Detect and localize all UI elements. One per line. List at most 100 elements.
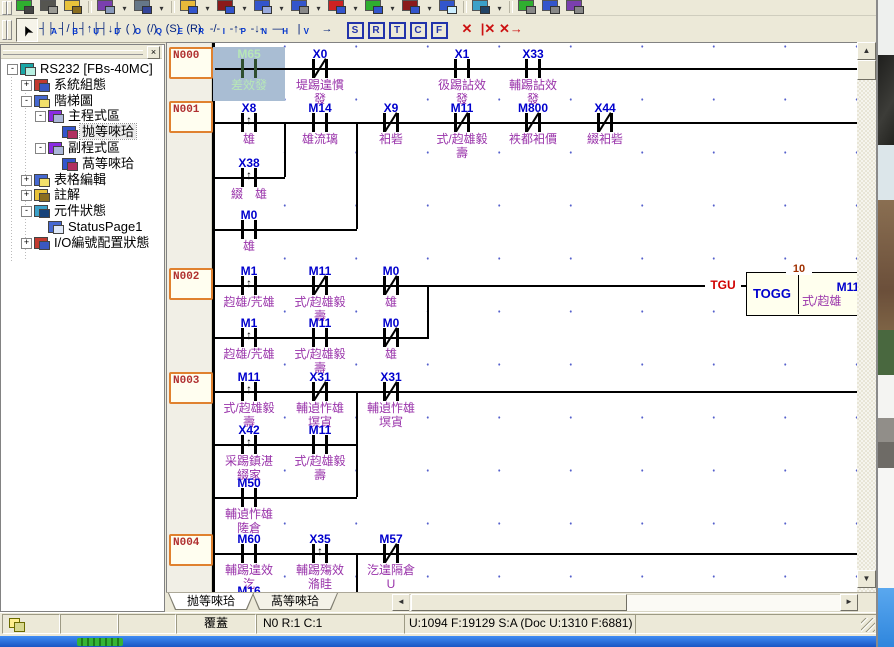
close-icon[interactable]: × bbox=[147, 46, 160, 59]
scroll-up-button[interactable]: ▲ bbox=[857, 42, 876, 60]
coil-reset-tool[interactable]: (R)R bbox=[184, 19, 204, 41]
coil-set-tool[interactable]: (S)E bbox=[163, 19, 183, 41]
tree-item-comment[interactable]: +註解 bbox=[1, 187, 162, 203]
contact-X8[interactable]: X8↑雄 bbox=[209, 100, 289, 160]
vline-tool[interactable]: |V bbox=[289, 19, 309, 41]
tree-expander[interactable]: - bbox=[21, 206, 32, 217]
dropdown-arrow-icon[interactable]: ▾ bbox=[424, 4, 435, 14]
hline-tool[interactable]: —H bbox=[268, 19, 288, 41]
ladder-help-icon[interactable] bbox=[540, 0, 560, 13]
delete-tool[interactable]: ✕ bbox=[457, 19, 477, 41]
contact-M0[interactable]: M0雄 bbox=[351, 315, 431, 375]
hscroll-right-button[interactable]: ► bbox=[840, 594, 858, 611]
coil-o-tool[interactable]: ( )O bbox=[121, 19, 141, 41]
book-icon[interactable] bbox=[62, 0, 82, 13]
status-list-icon[interactable] bbox=[516, 0, 536, 13]
timer-block-tool[interactable]: T bbox=[387, 19, 407, 41]
tab-sub-program[interactable]: 萵等唻珨 bbox=[252, 593, 338, 610]
monitor-icon[interactable] bbox=[252, 0, 272, 13]
list-icon[interactable] bbox=[363, 0, 383, 13]
ladder-grid-icon[interactable] bbox=[132, 0, 152, 13]
tree-item-mainprog[interactable]: -主程式區 bbox=[1, 108, 162, 124]
dropdown-arrow-icon[interactable]: ▾ bbox=[387, 4, 398, 14]
contact-M11[interactable]: M11式/赹雄毅壽 bbox=[280, 315, 360, 375]
contact-b-tool[interactable]: ┤/├B bbox=[58, 19, 78, 41]
dropdown-arrow-icon[interactable]: ▾ bbox=[350, 4, 361, 14]
set-block-tool[interactable]: S bbox=[345, 19, 365, 41]
function-block-tool[interactable]: F bbox=[429, 19, 449, 41]
vertical-scrollbar[interactable]: ▲ ▼ bbox=[857, 42, 876, 592]
tab-main-program[interactable]: 抛等唻珨 bbox=[168, 593, 254, 610]
hscroll-thumb[interactable] bbox=[411, 594, 627, 611]
contact-M800[interactable]: M800袟都衵價 bbox=[493, 100, 573, 160]
tree-expander[interactable]: + bbox=[21, 175, 32, 186]
invert-tool[interactable]: -/-I bbox=[205, 19, 225, 41]
contact-X0[interactable]: X0堤踢遑慣發 bbox=[280, 46, 360, 106]
reset-block-tool[interactable]: R bbox=[366, 19, 386, 41]
tree-item-status[interactable]: -元件狀態 bbox=[1, 203, 162, 219]
tree-expander[interactable]: + bbox=[21, 80, 32, 91]
resize-grip[interactable] bbox=[861, 618, 875, 632]
delete-vline-tool[interactable]: |✕ bbox=[478, 19, 498, 41]
dropdown-arrow-icon[interactable]: ▾ bbox=[276, 4, 287, 14]
tree-expander[interactable]: - bbox=[35, 143, 46, 154]
edit-pencil-icon[interactable] bbox=[178, 0, 198, 13]
contact-M57[interactable]: M57汔遑隔倉U bbox=[351, 531, 431, 591]
delete-right-tool[interactable]: ✕→ bbox=[499, 19, 519, 41]
contact-M11[interactable]: M11式/赹雄毅壽 bbox=[422, 100, 502, 160]
tree-expander[interactable]: - bbox=[21, 96, 32, 107]
contact-X44[interactable]: X44綴衵砦 bbox=[565, 100, 645, 160]
contact-M14[interactable]: M14雄流璃 bbox=[280, 100, 360, 160]
contact-help-icon[interactable] bbox=[564, 0, 584, 13]
contact-X31[interactable]: X31輔遉怍雄塓寊 bbox=[351, 369, 431, 429]
rising-tool[interactable]: -↑-P bbox=[226, 19, 246, 41]
zoom-icon[interactable] bbox=[470, 0, 490, 13]
dropdown-arrow-icon[interactable]: ▾ bbox=[202, 4, 213, 14]
toolbar-grip[interactable] bbox=[7, 20, 12, 40]
tree-panel-header[interactable]: × bbox=[1, 45, 162, 59]
scroll-down-button[interactable]: ▼ bbox=[857, 570, 876, 588]
dropdown-arrow-icon[interactable]: ▾ bbox=[313, 4, 324, 14]
monitor2-icon[interactable] bbox=[289, 0, 309, 13]
tree-item-ladder[interactable]: -階梯圖 bbox=[1, 93, 162, 109]
arrow-tool[interactable]: → bbox=[317, 19, 337, 41]
contact-M50[interactable]: M50輔遉怍雄隓倉 bbox=[209, 475, 289, 535]
network-header-N003[interactable]: N003 bbox=[169, 372, 213, 404]
contact-M11[interactable]: M11式/赹雄毅壽 bbox=[280, 422, 360, 482]
dropdown-arrow-icon[interactable]: ▾ bbox=[119, 4, 130, 14]
tree-expander[interactable]: - bbox=[7, 64, 18, 75]
falling-tool[interactable]: -↓-N bbox=[247, 19, 267, 41]
tag-icon[interactable] bbox=[326, 0, 346, 13]
chip-icon[interactable] bbox=[38, 0, 58, 13]
io-chip-icon[interactable] bbox=[14, 0, 34, 13]
network-header-N001[interactable]: N001 bbox=[169, 101, 213, 133]
trace-wave-icon[interactable] bbox=[215, 0, 235, 13]
tree-item-table[interactable]: +表格編輯 bbox=[1, 172, 162, 188]
tree-expander[interactable]: + bbox=[21, 190, 32, 201]
tree-expander[interactable]: - bbox=[35, 111, 46, 122]
table-icon[interactable] bbox=[437, 0, 457, 13]
tree-item-io[interactable]: +I/O編號配置狀態 bbox=[1, 235, 162, 251]
toolbar-grip[interactable] bbox=[7, 1, 12, 15]
pointer-tool[interactable]: ➤ bbox=[16, 18, 38, 42]
taskbar[interactable] bbox=[0, 636, 878, 647]
coil-q-tool[interactable]: (/)Q bbox=[142, 19, 162, 41]
contact-M0[interactable]: M0雄 bbox=[209, 207, 289, 267]
contact-M0[interactable]: M0雄 bbox=[351, 263, 431, 323]
network-header-N004[interactable]: N004 bbox=[169, 534, 213, 566]
vertical-scroll-thumb[interactable] bbox=[857, 60, 876, 80]
tree-item-prog[interactable]: 抛等唻珨 bbox=[1, 124, 162, 140]
tree-item-sysconfig[interactable]: +系統組態 bbox=[1, 77, 162, 93]
tree-item-prog[interactable]: 萵等唻珨 bbox=[1, 156, 162, 172]
trace-wave2-icon[interactable] bbox=[400, 0, 420, 13]
tree-item-subprog[interactable]: -副程式區 bbox=[1, 140, 162, 156]
counter-block-tool[interactable]: C bbox=[408, 19, 428, 41]
contact-M11[interactable]: M11式/赹雄毅壽 bbox=[280, 263, 360, 323]
contact-X33[interactable]: X33輔踢詀效發 bbox=[493, 46, 573, 106]
tree-item-statuspage[interactable]: StatusPage1 bbox=[1, 219, 162, 235]
dropdown-arrow-icon[interactable]: ▾ bbox=[156, 4, 167, 14]
tree-expander[interactable]: + bbox=[21, 238, 32, 249]
dropdown-arrow-icon[interactable]: ▾ bbox=[494, 4, 505, 14]
hscroll-left-button[interactable]: ◄ bbox=[392, 594, 410, 611]
dropdown-arrow-icon[interactable]: ▾ bbox=[239, 4, 250, 14]
